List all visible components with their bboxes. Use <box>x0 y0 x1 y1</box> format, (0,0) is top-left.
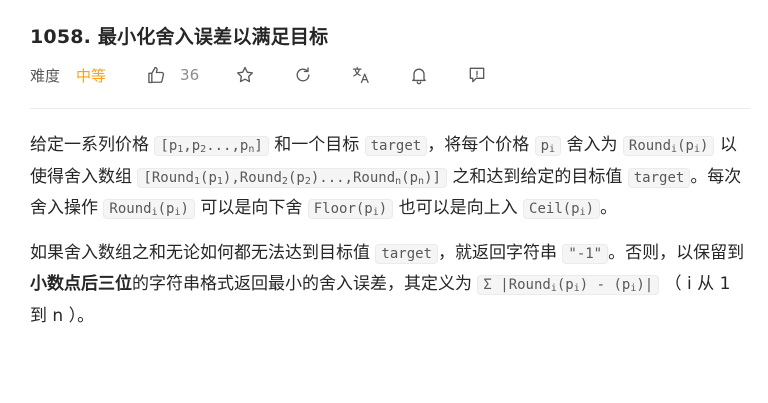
text: 之和达到给定的目标值 <box>452 166 623 187</box>
like-button[interactable] <box>146 62 166 88</box>
reset-button[interactable] <box>293 62 313 88</box>
error-formula-code: Σ |Roundi(pi) - (pi)| <box>477 275 660 295</box>
text: 给定一系列价格 <box>30 135 149 155</box>
floor-code: Floor(pi) <box>307 199 394 219</box>
round-code: Roundi(pi) <box>103 199 195 219</box>
text: 可以是向下舍 <box>200 198 303 218</box>
text: ，将每个价格 <box>427 135 530 155</box>
text: ，就返回字符串 <box>437 242 557 263</box>
problem-title: 1058. 最小化舍入误差以满足目标 <box>30 26 329 48</box>
difficulty-label: 难度 <box>30 66 61 85</box>
refresh-icon <box>293 62 313 88</box>
comment-icon <box>467 62 487 88</box>
problem-content: 给定一系列价格 [p1,p2...,pn] 和一个目标 target ，将每个价格… <box>30 130 750 344</box>
round-code: Roundi(pi) <box>622 136 715 156</box>
text: 。否则，以保留到 <box>608 242 745 263</box>
text: 如果舍入数组之和无论如何都无法达到目标值 <box>30 242 370 263</box>
prices-code: [p1,p2...,pn] <box>154 136 269 156</box>
text: 舍入为 <box>566 135 618 155</box>
emphasis-text: 小数点后三位 <box>30 274 132 294</box>
translate-icon <box>351 62 371 88</box>
text: 的字符串格式返回最小的舍入误差，其定义为 <box>132 274 472 294</box>
target-code: target <box>627 167 691 188</box>
text: 。 <box>600 198 618 218</box>
rounded-array-code: [Round1(p1),Round2(p2)...,Roundn(pn)] <box>137 167 447 188</box>
problem-description-panel: 1058. 最小化舍入误差以满足目标 难度 中等 36 给定一系列价格 [p1,… <box>0 0 768 403</box>
translate-button[interactable] <box>351 62 371 88</box>
problem-meta-bar: 难度 中等 36 <box>30 62 487 88</box>
text: 也可以是向上入 <box>398 198 518 218</box>
thumbs-up-icon <box>146 62 166 88</box>
target-code: target <box>364 136 428 156</box>
price-code: pi <box>534 136 562 156</box>
divider <box>30 108 750 109</box>
description-paragraph: 给定一系列价格 [p1,p2...,pn] 和一个目标 target ，将每个价格… <box>30 130 750 225</box>
text: 和一个目标 <box>274 135 360 155</box>
description-paragraph: 如果舍入数组之和无论如何都无法达到目标值 target ，就返回字符串 "-1"。… <box>30 238 750 332</box>
target-code: target <box>375 243 438 264</box>
difficulty-badge: 中等 <box>76 66 107 85</box>
notification-button[interactable] <box>409 62 429 88</box>
ceil-code: Ceil(pi) <box>523 199 601 219</box>
star-icon <box>235 62 255 88</box>
favorite-button[interactable] <box>235 62 255 88</box>
like-count: 36 <box>180 66 200 84</box>
feedback-button[interactable] <box>467 62 487 88</box>
bell-icon <box>409 62 429 88</box>
minus-one-code: "-1" <box>562 243 609 264</box>
